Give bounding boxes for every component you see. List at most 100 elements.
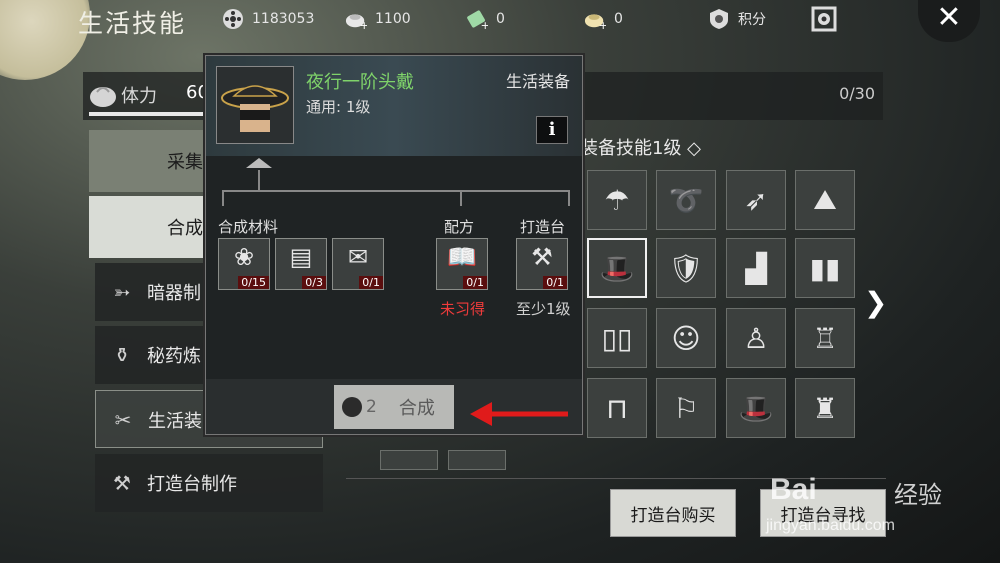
grid-item-night-hat[interactable]: 🎩	[587, 238, 647, 298]
watermark-brand: Bai	[770, 473, 817, 506]
grid-item-bow[interactable]: ➶	[726, 170, 786, 230]
svg-text:+: +	[360, 19, 367, 30]
gear-icon	[810, 5, 838, 33]
baidu-watermark: Bai 经验 jingyan.baidu.com	[760, 455, 990, 545]
grid-item-armor[interactable]: 🛡	[656, 238, 716, 298]
material-slot[interactable]: ✉ 0/1	[332, 238, 384, 290]
resource-film: 1183053	[222, 8, 314, 30]
forge-slot[interactable]: ⚒ 0/1	[516, 238, 568, 290]
tree-connector	[222, 190, 224, 206]
forge-status: 至少1级	[516, 300, 571, 318]
resource-silver[interactable]: + 1100	[345, 8, 411, 30]
grid-item-coat[interactable]: ♖	[795, 308, 855, 368]
top-bar: 生活技能 1183053 + 1100 + 0 + 0 积分	[0, 0, 1000, 42]
buy-forge-button[interactable]: 打造台购买	[610, 489, 736, 537]
tab-gather-label: 采集	[167, 152, 203, 173]
material-slot[interactable]: ▤ 0/3	[275, 238, 327, 290]
grid-item-bracers[interactable]: ▯▯	[587, 308, 647, 368]
robe-icon: ♙	[743, 321, 769, 355]
tree-connector	[460, 190, 462, 206]
recipe-label: 配方	[444, 218, 475, 236]
materials-label: 合成材料	[218, 218, 279, 236]
grid-item-skirt[interactable]: ▟	[726, 238, 786, 298]
pants-icon: ⊓	[606, 391, 628, 425]
resource-coin[interactable]: + 0	[584, 8, 623, 30]
material-slot[interactable]: ❀ 0/15	[218, 238, 270, 290]
grid-item-rope[interactable]: ➰	[656, 170, 716, 230]
stamina-count: 0/30	[839, 84, 875, 103]
silver-add-icon: +	[345, 8, 367, 30]
close-icon: ✕	[936, 0, 962, 35]
resource-film-value: 1183053	[252, 11, 315, 27]
close-button[interactable]: ✕	[918, 0, 980, 42]
points-label: 积分	[738, 12, 766, 28]
forge-count: 0/1	[543, 276, 567, 289]
armor-icon: 🛡	[668, 251, 704, 285]
tree-connector	[258, 170, 260, 190]
recipe-count: 0/1	[463, 276, 487, 289]
next-page-arrow[interactable]: ❯	[864, 286, 887, 319]
red-arrow-annotation	[470, 402, 568, 426]
sidebar-item-label: 秘药炼	[147, 346, 201, 367]
book-icon: 📖	[447, 243, 477, 271]
umbrella-icon: ☂	[604, 183, 630, 217]
grid-item-hat-2[interactable]: 🎩	[726, 378, 786, 438]
bow-icon: ➶	[744, 183, 768, 217]
resource-jade-value: 0	[496, 11, 505, 27]
svg-text:+: +	[481, 19, 488, 30]
craft-cost: 2	[366, 397, 377, 417]
resource-silver-value: 1100	[375, 11, 411, 27]
darts-icon: ➳	[113, 280, 131, 304]
stamina-icon	[89, 82, 117, 112]
night-hat-icon	[221, 85, 289, 132]
points-button[interactable]: 积分	[708, 8, 766, 30]
material-count: 0/15	[238, 276, 269, 289]
grid-item-umbrella[interactable]: ☂	[587, 170, 647, 230]
grid-item-boots[interactable]: ⚐	[656, 378, 716, 438]
chevron-right-icon: ❯	[864, 286, 888, 319]
item-category: 生活装备	[505, 72, 570, 91]
recipe-slot[interactable]: 📖 0/1	[436, 238, 488, 290]
grid-item-portrait[interactable]: ☺	[656, 308, 716, 368]
grid-item-hat[interactable]: ⛰	[795, 170, 855, 230]
bracers-icon: ▯▯	[601, 321, 633, 355]
sidebar-item-label: 生活装	[148, 411, 202, 432]
tree-connector	[568, 190, 570, 206]
grid-item-partial[interactable]	[380, 450, 438, 470]
tree-up-arrow-icon	[246, 158, 272, 168]
sidebar-item-forge[interactable]: ⚒ 打造台制作	[95, 454, 323, 512]
craft-button[interactable]: 2 合成	[334, 385, 454, 429]
item-detail-popup: 夜行一阶头戴 通用: 1级 生活装备 i 合成材料 配方 打造台 ❀ 0/15 …	[205, 55, 583, 435]
hat-icon: 🎩	[738, 391, 774, 425]
straw-hat-icon: ⛰	[813, 183, 837, 216]
portrait-icon: ☺	[671, 321, 701, 355]
rope-icon: ➰	[668, 183, 704, 217]
watermark-suffix: 经验	[894, 481, 942, 509]
scissors-icon: ✂	[114, 408, 132, 432]
cloak-icon: ♜	[812, 391, 838, 425]
tab-craft-label: 合成	[167, 218, 203, 239]
grid-item-robe[interactable]: ♙	[726, 308, 786, 368]
recipe-status: 未习得	[440, 300, 486, 318]
coat-icon: ♖	[812, 321, 838, 355]
grid-item-greaves[interactable]: ▮▮	[795, 238, 855, 298]
grid-row-partial	[346, 450, 546, 470]
anvil-icon: ⚒	[113, 471, 131, 495]
anvil-icon: ⚒	[531, 243, 553, 271]
coin-add-icon: +	[584, 8, 606, 30]
night-hat-icon: 🎩	[599, 251, 635, 285]
settings-button[interactable]	[810, 5, 838, 33]
resource-coin-value: 0	[614, 11, 623, 27]
grid-item-partial[interactable]	[448, 450, 506, 470]
item-name: 夜行一阶头戴	[306, 72, 414, 93]
grid-item-pants[interactable]: ⊓	[587, 378, 647, 438]
material-count: 0/1	[359, 276, 383, 289]
flower-icon: ❀	[233, 243, 255, 271]
boots-icon: ⚐	[673, 391, 699, 425]
popup-header: 夜行一阶头戴 通用: 1级 生活装备 i	[206, 56, 582, 156]
tree-connector	[222, 190, 570, 192]
greaves-icon: ▮▮	[809, 251, 841, 285]
info-button[interactable]: i	[536, 116, 568, 144]
resource-jade[interactable]: + 0	[466, 8, 505, 30]
grid-item-cloak[interactable]: ♜	[795, 378, 855, 438]
